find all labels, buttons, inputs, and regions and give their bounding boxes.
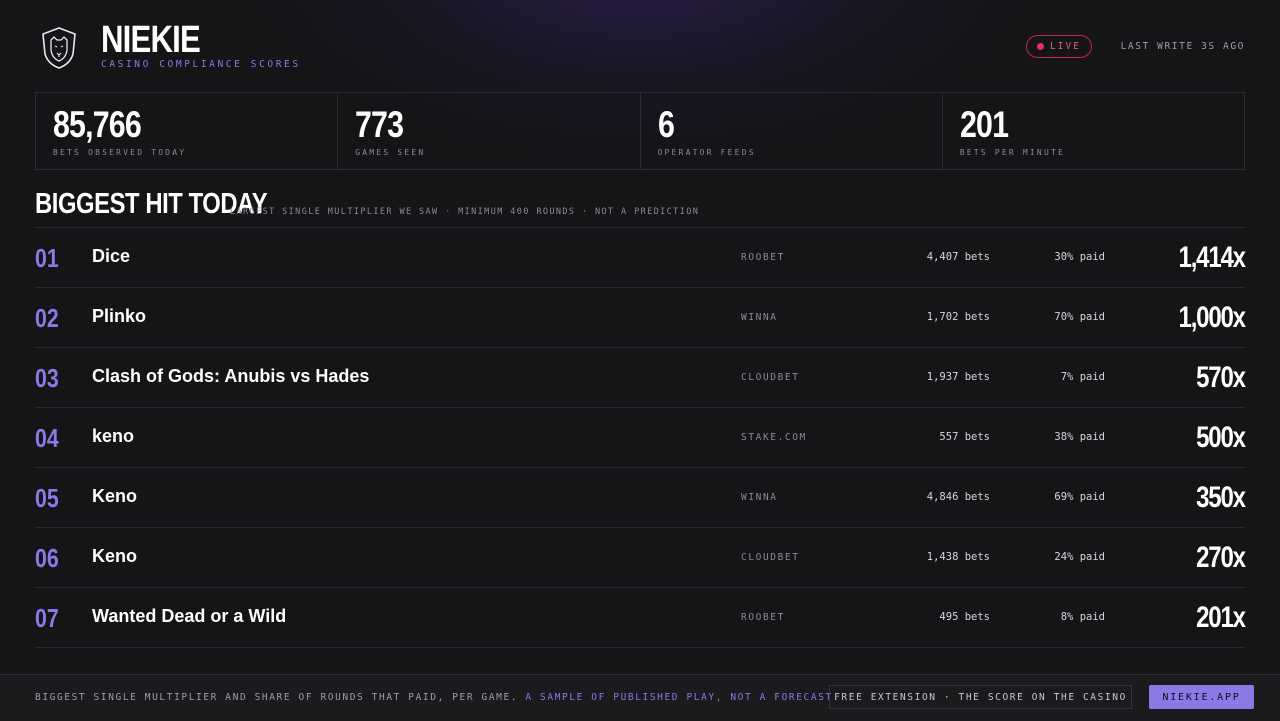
footer-accent-text: A SAMPLE OF PUBLISHED PLAY, NOT A FORECA… <box>525 692 841 703</box>
hit-bets: 4,407 bets <box>926 251 990 263</box>
hit-bets: 1,702 bets <box>926 311 990 323</box>
hit-game-name: Dice <box>92 246 131 266</box>
hit-row[interactable]: 05 Keno WINNA 4,846 bets 69% paid 350x <box>35 468 1246 528</box>
hit-paid: 24% paid <box>1054 551 1105 563</box>
hit-multiplier: 270x <box>1196 541 1246 574</box>
hit-rank: 03 <box>35 363 59 393</box>
hit-row[interactable]: 04 keno STAKE.COM 557 bets 38% paid 500x <box>35 408 1246 468</box>
hit-operator: ROOBET <box>741 612 785 623</box>
hit-game-name: Clash of Gods: Anubis vs Hades <box>92 366 370 386</box>
niekie-app-button[interactable]: NIEKIE.APP <box>1149 685 1254 709</box>
hit-paid: 70% paid <box>1054 311 1105 323</box>
hit-paid: 38% paid <box>1054 431 1105 443</box>
stat-label: OPERATOR FEEDS <box>657 148 756 157</box>
stat-label: BETS PER MINUTE <box>959 148 1065 157</box>
hit-multiplier: 350x <box>1196 481 1246 514</box>
hit-row[interactable]: 03 Clash of Gods: Anubis vs Hades CLOUDB… <box>35 348 1246 408</box>
hit-game-name: Keno <box>92 486 137 506</box>
hit-operator: CLOUDBET <box>741 372 800 383</box>
hit-paid: 30% paid <box>1054 251 1105 263</box>
footer-bar: BIGGEST SINGLE MULTIPLIER AND SHARE OF R… <box>0 674 1280 721</box>
hit-operator: WINNA <box>741 312 778 323</box>
stat-operator-feeds: 6 OPERATOR FEEDS <box>641 93 943 169</box>
stat-bets-per-minute: 201 BETS PER MINUTE <box>943 93 1244 169</box>
stat-label: BETS OBSERVED TODAY <box>53 148 187 157</box>
hit-bets: 495 bets <box>939 611 990 623</box>
hit-multiplier: 1,000x <box>1178 301 1246 334</box>
hit-operator: STAKE.COM <box>741 432 807 443</box>
hit-rank: 01 <box>35 243 59 273</box>
hit-bets: 4,846 bets <box>926 491 990 503</box>
stats-bar: 85,766 BETS OBSERVED TODAY 773 GAMES SEE… <box>35 92 1245 170</box>
hit-game-name: Plinko <box>92 306 147 326</box>
live-label: LIVE <box>1050 41 1081 52</box>
hit-paid: 8% paid <box>1060 611 1105 623</box>
stat-bets-observed: 85,766 BETS OBSERVED TODAY <box>36 93 339 169</box>
brand-name: NIEKIE <box>101 19 201 61</box>
hit-bets: 1,438 bets <box>926 551 990 563</box>
last-write-status: LAST WRITE 3S AGO <box>1120 41 1245 52</box>
hit-bets: 1,937 bets <box>926 371 990 383</box>
hit-rank: 05 <box>35 483 59 513</box>
hit-row[interactable]: 01 Dice ROOBET 4,407 bets 30% paid 1,414… <box>35 228 1246 288</box>
footer-text: BIGGEST SINGLE MULTIPLIER AND SHARE OF R… <box>35 692 519 703</box>
stat-value: 85,766 <box>53 104 142 145</box>
hit-multiplier: 1,414x <box>1178 241 1246 274</box>
hit-rank: 02 <box>35 303 59 333</box>
live-badge: LIVE <box>1026 35 1092 58</box>
stat-value: 201 <box>959 104 1009 145</box>
hit-rank: 04 <box>35 423 59 453</box>
hit-operator: WINNA <box>741 492 778 503</box>
hit-multiplier: 500x <box>1196 421 1246 454</box>
stat-value: 773 <box>355 104 404 145</box>
hit-bets: 557 bets <box>939 431 990 443</box>
hit-paid: 7% paid <box>1060 371 1105 383</box>
hit-row[interactable]: 02 Plinko WINNA 1,702 bets 70% paid 1,00… <box>35 288 1246 348</box>
biggest-hits-list: 01 Dice ROOBET 4,407 bets 30% paid 1,414… <box>35 227 1246 648</box>
hit-operator: ROOBET <box>741 252 785 263</box>
hit-game-name: Keno <box>92 546 137 566</box>
section-subtitle: LARGEST SINGLE MULTIPLIER WE SAW · MINIM… <box>230 207 700 217</box>
footer-note: BIGGEST SINGLE MULTIPLIER AND SHARE OF R… <box>35 692 840 703</box>
hit-multiplier: 570x <box>1196 361 1246 394</box>
hit-paid: 69% paid <box>1054 491 1105 503</box>
brand-tagline: CASINO COMPLIANCE SCORES <box>101 59 301 70</box>
live-dot-icon <box>1037 43 1045 50</box>
hit-rank: 07 <box>35 603 59 633</box>
stat-value: 6 <box>657 104 675 145</box>
hit-game-name: keno <box>92 426 135 446</box>
hit-rank: 06 <box>35 543 59 573</box>
bear-shield-logo-icon <box>42 27 76 69</box>
stat-label: GAMES SEEN <box>355 148 426 157</box>
hit-row[interactable]: 06 Keno CLOUDBET 1,438 bets 24% paid 270… <box>35 528 1246 588</box>
stat-games-seen: 773 GAMES SEEN <box>338 93 641 169</box>
hit-operator: CLOUDBET <box>741 552 800 563</box>
hit-row[interactable]: 07 Wanted Dead or a Wild ROOBET 495 bets… <box>35 588 1246 648</box>
hit-multiplier: 201x <box>1196 601 1246 634</box>
extension-link[interactable]: FREE EXTENSION · THE SCORE ON THE CASINO <box>829 685 1132 709</box>
hit-game-name: Wanted Dead or a Wild <box>92 606 287 626</box>
